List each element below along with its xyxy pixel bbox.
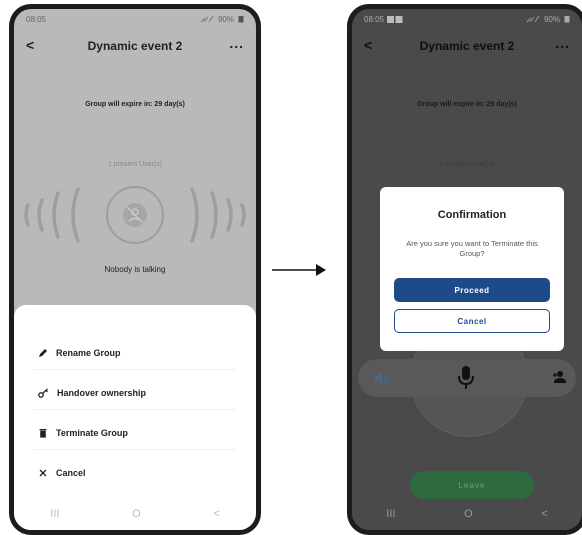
dialog-title: Confirmation: [437, 209, 507, 221]
menu-item-cancel[interactable]: Cancel: [38, 464, 86, 482]
home-button[interactable]: O: [464, 508, 473, 520]
present-users-text: 1 present User(s): [107, 161, 163, 168]
battery-level: 90%: [217, 14, 234, 24]
phone-before: 08:05 90% < Dynamic event 2 ... Group wi…: [9, 4, 261, 535]
phone-after: 08:05 90% < Dynamic event 2 ... Group wi…: [347, 4, 582, 535]
divider: [34, 369, 236, 370]
add-user-icon[interactable]: [552, 370, 568, 384]
home-button[interactable]: O: [132, 508, 141, 520]
signal-icon: [526, 15, 540, 23]
trash-icon: [39, 429, 47, 438]
confirmation-dialog: Confirmation Are you sure you want to Te…: [380, 187, 564, 351]
menu-item-handover-ownership[interactable]: Handover ownership: [38, 384, 146, 402]
dialog-message: Are you sure you want to Terminate this …: [406, 239, 538, 258]
divider: [34, 409, 236, 410]
battery-icon: [564, 16, 570, 23]
status-bar: 08:05 90%: [352, 9, 582, 29]
app-bar: < Dynamic event 2 ...: [352, 31, 582, 61]
pencil-icon: [39, 349, 47, 357]
more-options-button[interactable]: ...: [229, 35, 244, 51]
talk-indicator: [14, 185, 256, 245]
recents-button[interactable]: III: [386, 508, 395, 520]
back-button[interactable]: <: [26, 37, 34, 53]
expire-text: Group will expire in: 29 day(s): [417, 101, 517, 108]
recents-button[interactable]: III: [50, 508, 59, 520]
status-indicators: 90%: [200, 15, 244, 24]
status-left: 08:05: [364, 15, 403, 24]
microphone-icon: [458, 366, 474, 389]
more-options-button[interactable]: ...: [555, 35, 570, 51]
divider: [34, 449, 236, 450]
notification-icon: [387, 15, 403, 23]
back-button[interactable]: <: [364, 37, 372, 53]
talking-status: Nobody is talking: [104, 265, 166, 274]
page-title: Dynamic event 2: [419, 39, 515, 53]
system-back-button[interactable]: <: [541, 508, 547, 520]
system-nav-bar: III O <: [14, 506, 256, 522]
bottom-sheet-menu: Rename Group Handover ownership Terminat…: [14, 305, 256, 530]
sound-waves-icon: [24, 186, 246, 244]
menu-item-terminate-group[interactable]: Terminate Group: [38, 424, 128, 442]
phone-screen: 08:05 90% < Dynamic event 2 ... Group wi…: [14, 9, 256, 530]
present-users-text: 1 present User(s): [439, 161, 495, 168]
battery-icon: [238, 16, 244, 23]
signal-icon: [200, 15, 214, 23]
app-bar: < Dynamic event 2 ...: [14, 31, 256, 61]
key-icon: [38, 388, 48, 398]
arrow-right-icon: [272, 264, 326, 276]
close-icon: [39, 469, 47, 477]
status-time: 08:05: [26, 14, 47, 24]
menu-item-label: Rename Group: [56, 348, 121, 358]
status-time: 08:05: [364, 14, 385, 24]
menu-item-label: Terminate Group: [56, 428, 128, 438]
leave-button[interactable]: Leave: [410, 471, 534, 499]
system-nav-bar: III O <: [352, 506, 582, 522]
proceed-button[interactable]: Proceed: [394, 278, 550, 302]
push-to-talk-button[interactable]: [445, 357, 487, 399]
battery-level: 90%: [543, 14, 560, 24]
menu-item-label: Handover ownership: [57, 388, 147, 398]
expire-text: Group will expire in: 29 day(s): [85, 101, 185, 108]
speaker-icon[interactable]: [374, 371, 390, 385]
menu-item-rename-group[interactable]: Rename Group: [38, 344, 121, 362]
cancel-button[interactable]: Cancel: [394, 309, 550, 333]
page-title: Dynamic event 2: [87, 39, 183, 53]
system-back-button[interactable]: <: [213, 508, 219, 520]
status-bar: 08:05 90%: [14, 9, 256, 29]
status-indicators: 90%: [526, 15, 570, 24]
phone-screen: 08:05 90% < Dynamic event 2 ... Group wi…: [352, 9, 582, 530]
menu-item-label: Cancel: [56, 468, 86, 478]
